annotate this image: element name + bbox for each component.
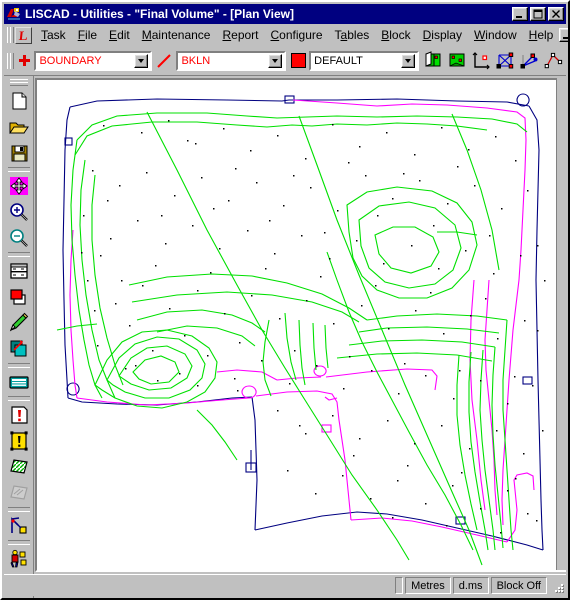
zoom-out-icon[interactable] <box>6 225 32 251</box>
left-tool-palette <box>4 76 34 598</box>
liscad-logo-icon[interactable] <box>6 6 22 22</box>
menubar-drag-grip[interactable] <box>6 26 14 44</box>
new-file-icon[interactable] <box>6 88 32 114</box>
palette-divider <box>7 252 30 257</box>
main-toolbar: BOUNDARY BKLN DEFAULT <box>4 46 566 76</box>
status-bar: Metres d.ms Block Off <box>4 574 566 596</box>
attention-exclamation-icon[interactable] <box>6 428 32 454</box>
palette-divider <box>7 507 30 512</box>
red-cross-point-icon[interactable] <box>19 55 31 66</box>
menu-item-file[interactable]: File <box>72 26 103 44</box>
status-spacer <box>395 577 404 594</box>
close-button[interactable] <box>548 7 564 21</box>
attribute-combo-chevron-down-icon[interactable] <box>401 53 416 68</box>
window-layout-icon[interactable] <box>6 258 32 284</box>
menu-item-configure[interactable]: Configure <box>265 26 329 44</box>
measure-tool-icon[interactable] <box>6 513 32 539</box>
diagonal-line-icon[interactable] <box>153 50 175 72</box>
liscad-main-window: LISCAD - Utilities - "Final Volume" - [P… <box>0 0 570 600</box>
axes-point-icon[interactable] <box>471 50 493 72</box>
attribute-combo-value: DEFAULT <box>314 54 363 67</box>
mdi-app-badge-label: L <box>18 27 29 43</box>
mdi-window-controls <box>559 28 568 42</box>
mdi-system-menu-icon[interactable]: L <box>15 26 32 44</box>
menu-item-window[interactable]: Window <box>468 26 523 44</box>
add-polygon-face-icon[interactable] <box>423 50 445 72</box>
status-angle-format[interactable]: d.ms <box>452 577 489 594</box>
color-swatch-icon[interactable] <box>6 284 32 310</box>
zoom-in-icon[interactable] <box>6 199 32 225</box>
layer-combo-chevron-down-icon[interactable] <box>134 53 149 68</box>
palette-divider <box>7 396 30 401</box>
status-block[interactable]: Block Off <box>490 577 547 594</box>
menu-item-tables[interactable]: Tables <box>329 26 376 44</box>
pencil-edit-icon[interactable] <box>6 310 32 336</box>
warning-exclamation-icon[interactable] <box>6 402 32 428</box>
hatch-surface-icon[interactable] <box>6 454 32 480</box>
plan-view-window[interactable] <box>35 78 566 572</box>
menu-item-report[interactable]: Report <box>216 26 264 44</box>
window-title: LISCAD - Utilities - "Final Volume" - [P… <box>25 7 294 21</box>
pan-move-icon[interactable] <box>6 173 32 199</box>
open-folder-icon[interactable] <box>6 114 32 140</box>
vector-point-icon[interactable] <box>519 50 541 72</box>
resize-grip-icon[interactable] <box>550 579 564 593</box>
copy-duplicate-icon[interactable] <box>6 336 32 362</box>
menu-item-help[interactable]: Help <box>523 26 560 44</box>
attribute-combo[interactable]: DEFAULT <box>309 50 420 71</box>
layer-combo-value: BOUNDARY <box>39 54 102 67</box>
window-controls <box>512 7 564 21</box>
menu-item-task[interactable]: TTaskask <box>35 26 72 44</box>
plan-view-canvas[interactable] <box>37 80 564 570</box>
layer-combo[interactable]: BOUNDARY <box>34 50 153 71</box>
person-figure-icon[interactable] <box>6 546 32 572</box>
status-units[interactable]: Metres <box>405 577 451 594</box>
menu-items: TTaskask File Edit Maintenance Report Co… <box>35 26 559 44</box>
menu-bar: L TTaskask File Edit Maintenance Report … <box>4 24 568 46</box>
polyline-vertex-icon[interactable] <box>543 50 565 72</box>
menu-item-block[interactable]: Block <box>375 26 416 44</box>
palette-divider <box>7 540 30 545</box>
line-type-combo-value: BKLN <box>181 54 211 67</box>
minimize-button[interactable] <box>512 7 528 21</box>
menu-item-display[interactable]: Display <box>417 26 468 44</box>
palette-divider <box>7 363 30 368</box>
toolbar-drag-grip[interactable] <box>6 52 14 70</box>
mdi-minimize-button[interactable] <box>559 28 568 42</box>
line-type-combo-chevron-down-icon[interactable] <box>268 53 283 68</box>
vertical-scrollbar[interactable] <box>556 78 566 570</box>
palette-divider <box>7 167 30 172</box>
disabled-surface-icon <box>6 480 32 506</box>
triangulate-icon[interactable] <box>495 50 517 72</box>
edit-polygon-face-icon[interactable] <box>447 50 469 72</box>
survey-drawing[interactable] <box>37 80 564 570</box>
menu-item-maintenance[interactable]: Maintenance <box>136 26 217 44</box>
title-bar: LISCAD - Utilities - "Final Volume" - [P… <box>4 4 566 24</box>
palette-drag-grip[interactable] <box>9 78 29 86</box>
maximize-button[interactable] <box>530 7 546 21</box>
save-disk-icon[interactable] <box>6 140 32 166</box>
menu-item-edit[interactable]: Edit <box>103 26 136 44</box>
keyboard-entry-icon[interactable] <box>6 369 32 395</box>
line-type-combo[interactable]: BKLN <box>176 50 287 71</box>
color-swatch-button[interactable] <box>290 53 306 68</box>
